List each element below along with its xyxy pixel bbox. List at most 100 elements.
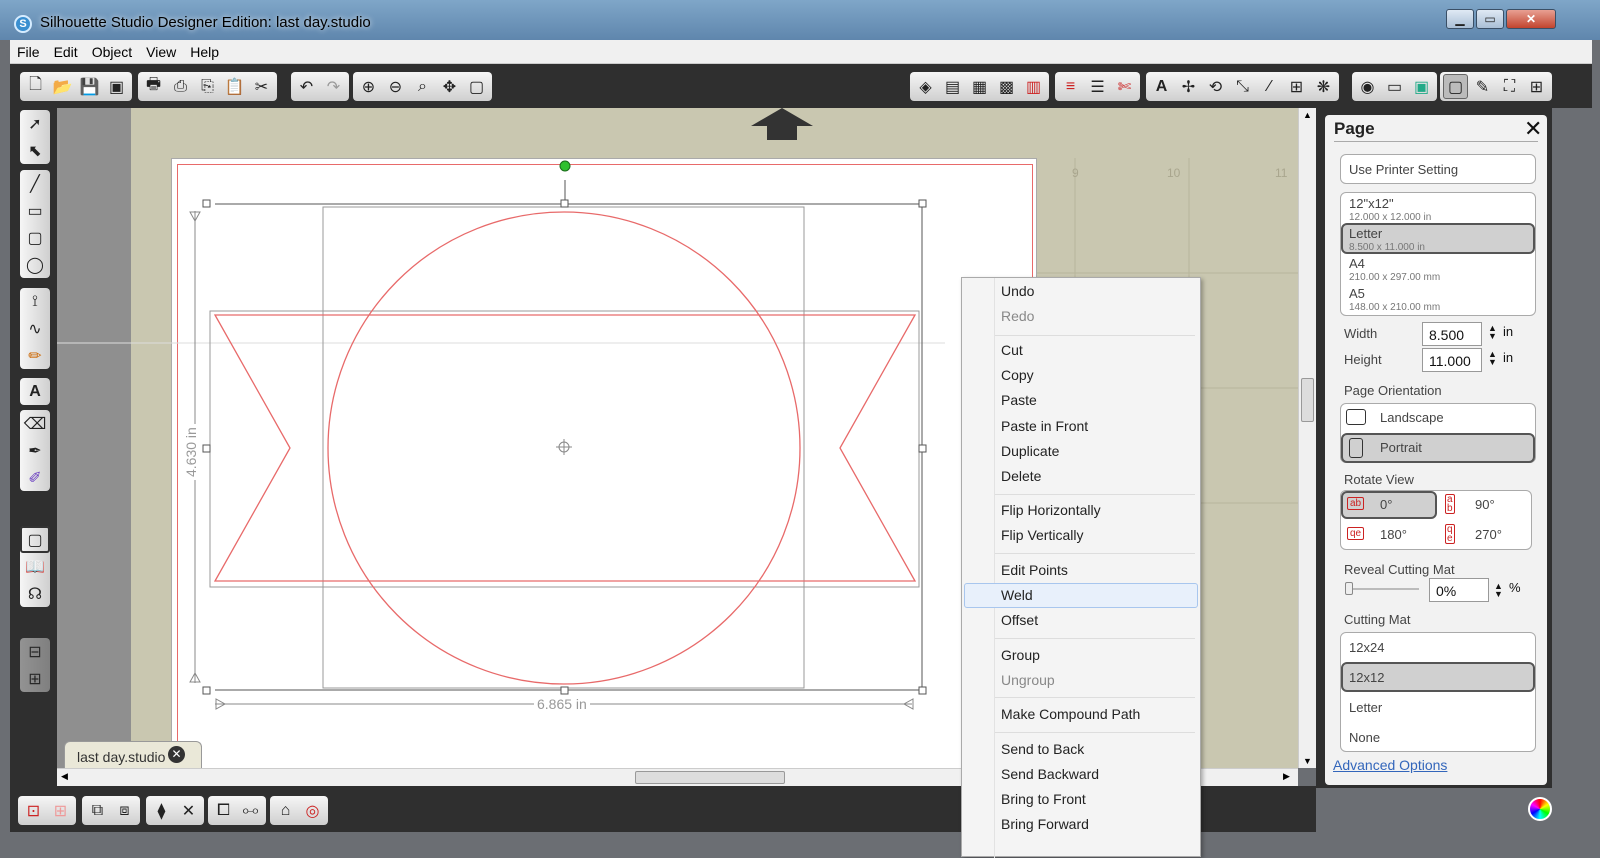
fit-to-page-icon[interactable]: ▢: [464, 74, 489, 99]
line-color-icon[interactable]: ≡: [1058, 74, 1083, 99]
cutting-mat-option[interactable]: 12x12: [1349, 670, 1384, 685]
select-arrow-icon[interactable]: ➚: [20, 110, 50, 137]
color-wheel-icon[interactable]: [1528, 797, 1552, 821]
width-stepper[interactable]: ▲ ▼: [1488, 324, 1497, 341]
scroll-right-icon[interactable]: ▶: [1283, 771, 1290, 782]
pan-icon[interactable]: ✥: [437, 74, 462, 99]
reveal-slider-thumb[interactable]: [1345, 582, 1353, 595]
split-vertical-icon[interactable]: ⊞: [20, 665, 50, 692]
print-icon[interactable]: 🖶: [141, 74, 166, 99]
save-icon[interactable]: 💾: [77, 74, 102, 99]
menu-item-paste-in-front[interactable]: Paste in Front: [1001, 418, 1088, 434]
trace-icon[interactable]: ◉: [1355, 74, 1380, 99]
menu-item-flip-horizontally[interactable]: Flip Horizontally: [1001, 502, 1101, 518]
reveal-slider-track[interactable]: [1347, 588, 1419, 590]
menu-item-send-backward[interactable]: Send Backward: [1001, 766, 1099, 782]
height-field[interactable]: 11.000: [1422, 348, 1482, 372]
vertical-scroll-thumb[interactable]: [1301, 378, 1314, 422]
scroll-down-icon[interactable]: ▼: [1303, 756, 1312, 766]
menu-item-undo[interactable]: Undo: [1001, 283, 1034, 299]
redo-icon[interactable]: ↷: [321, 74, 346, 99]
fullscreen-icon[interactable]: ⛶: [1497, 74, 1522, 99]
vertical-scrollbar[interactable]: ▲ ▼: [1298, 108, 1316, 768]
menu-file[interactable]: File: [10, 40, 47, 64]
pattern-icon[interactable]: ▦: [967, 74, 992, 99]
menu-help[interactable]: Help: [183, 40, 226, 64]
portrait-option[interactable]: Portrait: [1380, 440, 1422, 455]
save-to-library-icon[interactable]: ▣: [104, 74, 129, 99]
grid-icon[interactable]: ⊞: [1524, 74, 1549, 99]
cut-settings-icon[interactable]: ▣: [1409, 74, 1434, 99]
ellipse-tool-icon[interactable]: ◯: [20, 251, 50, 278]
cutting-mat-option[interactable]: 12x24: [1349, 640, 1384, 655]
close-tab-icon[interactable]: ✕: [168, 746, 185, 763]
reveal-stepper[interactable]: ▲ ▼: [1494, 582, 1503, 599]
gradient-icon[interactable]: ▤: [940, 74, 965, 99]
undo-icon[interactable]: ↶: [294, 74, 319, 99]
rotate-90-option[interactable]: 90°: [1475, 497, 1495, 512]
open-file-icon[interactable]: 📂: [50, 74, 75, 99]
freehand-tool-icon[interactable]: ✏: [20, 342, 50, 369]
duplicate-icon[interactable]: ⧫: [149, 798, 174, 823]
eyedropper-tool-icon[interactable]: ✐: [20, 464, 50, 491]
modify-icon[interactable]: ❋: [1311, 74, 1336, 99]
cutting-mat-option[interactable]: None: [1349, 730, 1380, 745]
zoom-out-icon[interactable]: ⊖: [383, 74, 408, 99]
zoom-select-icon[interactable]: ⌕: [410, 74, 435, 99]
menu-item-weld[interactable]: Weld: [1001, 587, 1033, 603]
line-thickness-icon[interactable]: ☰: [1085, 74, 1110, 99]
replicate-icon[interactable]: ▥: [1021, 74, 1046, 99]
text-style-icon[interactable]: A: [1149, 74, 1174, 99]
edit-points-icon[interactable]: ⬉: [20, 137, 50, 164]
page-size-option[interactable]: A4 210.00 x 297.00 mm: [1349, 256, 1440, 283]
line-tool-icon[interactable]: ╱: [20, 170, 50, 197]
library-icon[interactable]: 📖: [20, 553, 50, 580]
menu-item-make-compound-path[interactable]: Make Compound Path: [1001, 706, 1140, 722]
send-backward-icon[interactable]: ⧟: [238, 798, 263, 823]
reveal-mat-field[interactable]: 0%: [1429, 578, 1489, 602]
split-horizontal-icon[interactable]: ⊟: [20, 638, 50, 665]
rotate-icon[interactable]: ⟲: [1203, 74, 1228, 99]
minimize-button[interactable]: ▁: [1446, 9, 1474, 29]
page-size-option[interactable]: 12"x12" 12.000 x 12.000 in: [1349, 196, 1431, 223]
menu-item-cut[interactable]: Cut: [1001, 342, 1023, 358]
menu-item-edit-points[interactable]: Edit Points: [1001, 562, 1068, 578]
menu-view[interactable]: View: [139, 40, 183, 64]
copy-icon[interactable]: ⎘: [195, 74, 220, 99]
align-icon[interactable]: ✢: [1176, 74, 1201, 99]
scroll-up-icon[interactable]: ▲: [1303, 110, 1312, 120]
menu-item-group[interactable]: Group: [1001, 647, 1040, 663]
cutting-mat-option[interactable]: Letter: [1349, 700, 1382, 715]
sketch-icon[interactable]: ✎: [1470, 74, 1495, 99]
offset-icon[interactable]: ◎: [300, 798, 325, 823]
menu-item-copy[interactable]: Copy: [1001, 367, 1034, 383]
menu-edit[interactable]: Edit: [47, 40, 85, 64]
compound-path-icon[interactable]: ⧉: [85, 798, 110, 823]
bring-forward-icon[interactable]: ⧠: [211, 798, 236, 823]
rotate-0-option[interactable]: 0°: [1380, 497, 1392, 512]
menu-item-bring-to-front[interactable]: Bring to Front: [1001, 791, 1086, 807]
fill-color-icon[interactable]: ◈: [913, 74, 938, 99]
width-field[interactable]: 8.500: [1422, 322, 1482, 346]
landscape-option[interactable]: Landscape: [1380, 410, 1444, 425]
close-window-button[interactable]: ✕: [1506, 9, 1556, 29]
menu-item-duplicate[interactable]: Duplicate: [1001, 443, 1059, 459]
height-stepper[interactable]: ▲ ▼: [1488, 350, 1497, 367]
ungroup-icon[interactable]: ⊞: [48, 798, 73, 823]
menu-object[interactable]: Object: [85, 40, 139, 64]
eraser-tool-icon[interactable]: ⌫: [20, 410, 50, 437]
knife-tool-icon[interactable]: ✒: [20, 437, 50, 464]
shear-icon[interactable]: ∕: [1257, 74, 1282, 99]
close-panel-icon[interactable]: ✕: [1524, 116, 1542, 142]
cut-icon[interactable]: ✂: [249, 74, 274, 99]
group-icon[interactable]: ⊡: [21, 798, 46, 823]
menu-item-offset[interactable]: Offset: [1001, 612, 1038, 628]
cut-style-icon[interactable]: ✄: [1112, 74, 1137, 99]
zoom-in-icon[interactable]: ⊕: [356, 74, 381, 99]
scale-icon[interactable]: ⤡: [1230, 74, 1255, 99]
menu-item-paste[interactable]: Paste: [1001, 392, 1037, 408]
page-setup-icon[interactable]: ▭: [1382, 74, 1407, 99]
rectangle-tool-icon[interactable]: ▭: [20, 197, 50, 224]
menu-item-send-to-back[interactable]: Send to Back: [1001, 741, 1084, 757]
delete-icon[interactable]: ✕: [176, 798, 201, 823]
